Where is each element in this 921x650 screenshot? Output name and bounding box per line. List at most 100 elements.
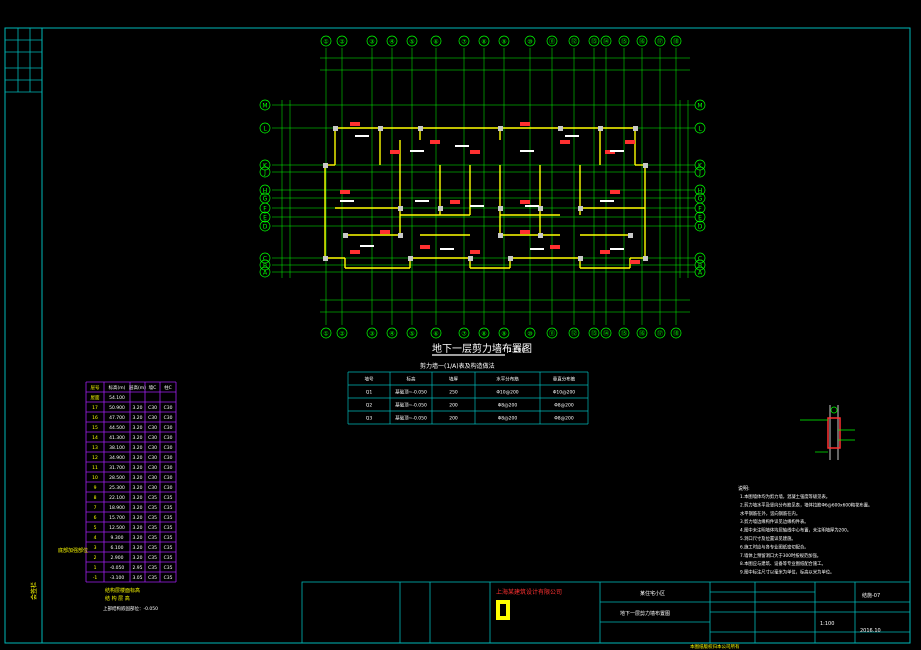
left-strip-label: 会签栏 [30, 582, 38, 600]
edge-member-mark [610, 190, 620, 194]
table-cell: Φ8@200 [554, 416, 574, 422]
table-cell: 4 [94, 535, 97, 541]
table-cell: C30 [164, 485, 173, 491]
table-cell: Φ8@200 [498, 416, 518, 422]
table-cell: C30 [148, 475, 157, 481]
edge-member-mark [600, 250, 610, 254]
background [0, 0, 921, 650]
table-cell: C30 [164, 435, 173, 441]
table-cell: 14 [92, 435, 98, 441]
drawing-name: 地下一层剪力墙布置图 [620, 610, 670, 617]
note-line: 9.图中标注尺寸以毫米为单位，标高以米为单位。 [740, 569, 834, 576]
table-cell: C30 [148, 405, 157, 411]
table-cell: C35 [164, 565, 173, 571]
table-cell: C30 [164, 405, 173, 411]
axis-label-bottom: ⑦ [461, 331, 467, 338]
table-cell: -1 [93, 575, 98, 581]
axis-label-bottom: ⑤ [409, 331, 414, 338]
table-cell: Q1 [366, 390, 373, 396]
axis-label-bottom: ⑮ [621, 330, 627, 338]
table-cell: 25.300 [109, 485, 125, 491]
plan-scale: 1:100 [508, 347, 525, 354]
axis-label-top: ⑧ [481, 39, 486, 46]
edge-member-mark [430, 140, 440, 144]
table-cell: 3.20 [132, 545, 142, 551]
edge-member-mark [350, 250, 360, 254]
table-cell: Φ8@200 [554, 403, 574, 409]
table-cell: 12.500 [109, 525, 125, 531]
axis-label-left: J [263, 170, 266, 177]
table-cell: 3.20 [132, 555, 142, 561]
table-cell: 3.20 [132, 465, 142, 471]
table-cell: C30 [164, 415, 173, 421]
edge-member-mark [390, 150, 400, 154]
table-cell: 10 [92, 475, 98, 481]
table-cell: 3.20 [132, 515, 142, 521]
table-cell: 250 [449, 390, 458, 396]
wall-label [610, 248, 624, 250]
table-cell: 28.500 [109, 475, 125, 481]
table-cell: Q2 [366, 403, 373, 409]
table-cell: 17 [92, 405, 98, 411]
table-cell: C35 [148, 555, 157, 561]
axis-label-bottom: ⑧ [481, 331, 486, 338]
edge-member-mark [625, 140, 635, 144]
wall-column [343, 233, 348, 238]
table-cell: 7 [94, 505, 97, 511]
axis-label-bottom: ⑪ [549, 330, 555, 338]
table-cell: 1 [94, 565, 97, 571]
floor-table-side-label: 底部加强部位 [58, 547, 88, 554]
wall-table-caption: 剪力墙一(1/A)表及构造做法 [420, 362, 495, 370]
axis-label-top: ① [323, 39, 328, 46]
table-cell: C30 [164, 445, 173, 451]
table-cell: 3.20 [132, 425, 142, 431]
wall-column [578, 206, 583, 211]
table-cell: 3.20 [132, 485, 142, 491]
wall-label [520, 150, 534, 152]
axis-label-top: ④ [389, 39, 394, 46]
table-cell: 31.700 [109, 465, 125, 471]
axis-label-bottom: ③ [369, 331, 374, 338]
note-line: 5.洞口尺寸及位置详见建施。 [740, 535, 796, 542]
table-cell: 9.300 [111, 535, 124, 541]
wall-label [440, 248, 454, 250]
table-cell: C35 [164, 555, 173, 561]
axis-label-right: B [698, 263, 702, 270]
wall-column [323, 256, 328, 261]
table-cell: C30 [148, 415, 157, 421]
wall-column [408, 256, 413, 261]
axis-label-top: ⑰ [657, 38, 663, 46]
table-cell: C35 [164, 545, 173, 551]
axis-label-top: ⑨ [501, 39, 506, 46]
table-cell: C35 [148, 545, 157, 551]
axis-label-bottom: ⑯ [639, 330, 645, 338]
table-cell: C30 [148, 445, 157, 451]
table-cell: 8 [94, 495, 97, 501]
table-cell: 34.900 [109, 455, 125, 461]
note-line: 1.本图墙体均为剪力墙，混凝土强度等级见表。 [740, 493, 830, 500]
wall-label [565, 135, 579, 137]
table-header-cell: 墙C [149, 384, 157, 391]
floor-table-footer-note: 上部结构嵌固部位：-0.050 [103, 605, 158, 612]
axis-label-bottom: ② [339, 331, 345, 338]
notes-heading: 说明: [738, 485, 750, 492]
table-cell: C30 [164, 425, 173, 431]
table-cell: C30 [148, 435, 157, 441]
table-cell: 2.95 [132, 565, 142, 571]
edge-member-mark [450, 200, 460, 204]
wall-label [610, 150, 624, 152]
table-header-cell: 水平分布筋 [496, 376, 519, 383]
wall-column [628, 233, 633, 238]
wall-label [600, 200, 614, 202]
floor-table-footer-sub: 结 构 层 高 [105, 595, 130, 602]
company-name: 上海某建筑设计有限公司 [496, 588, 562, 596]
table-cell: 3.20 [132, 535, 142, 541]
axis-label-left: D [263, 224, 268, 231]
table-cell: 6.100 [111, 545, 124, 551]
axis-label-right: F [698, 206, 702, 213]
wall-label [455, 145, 469, 147]
table-header-cell: 墙号 [365, 376, 374, 383]
table-cell: -3.100 [110, 575, 125, 581]
table-cell: C30 [164, 475, 173, 481]
table-cell: 基础顶~-0.050 [395, 402, 427, 409]
